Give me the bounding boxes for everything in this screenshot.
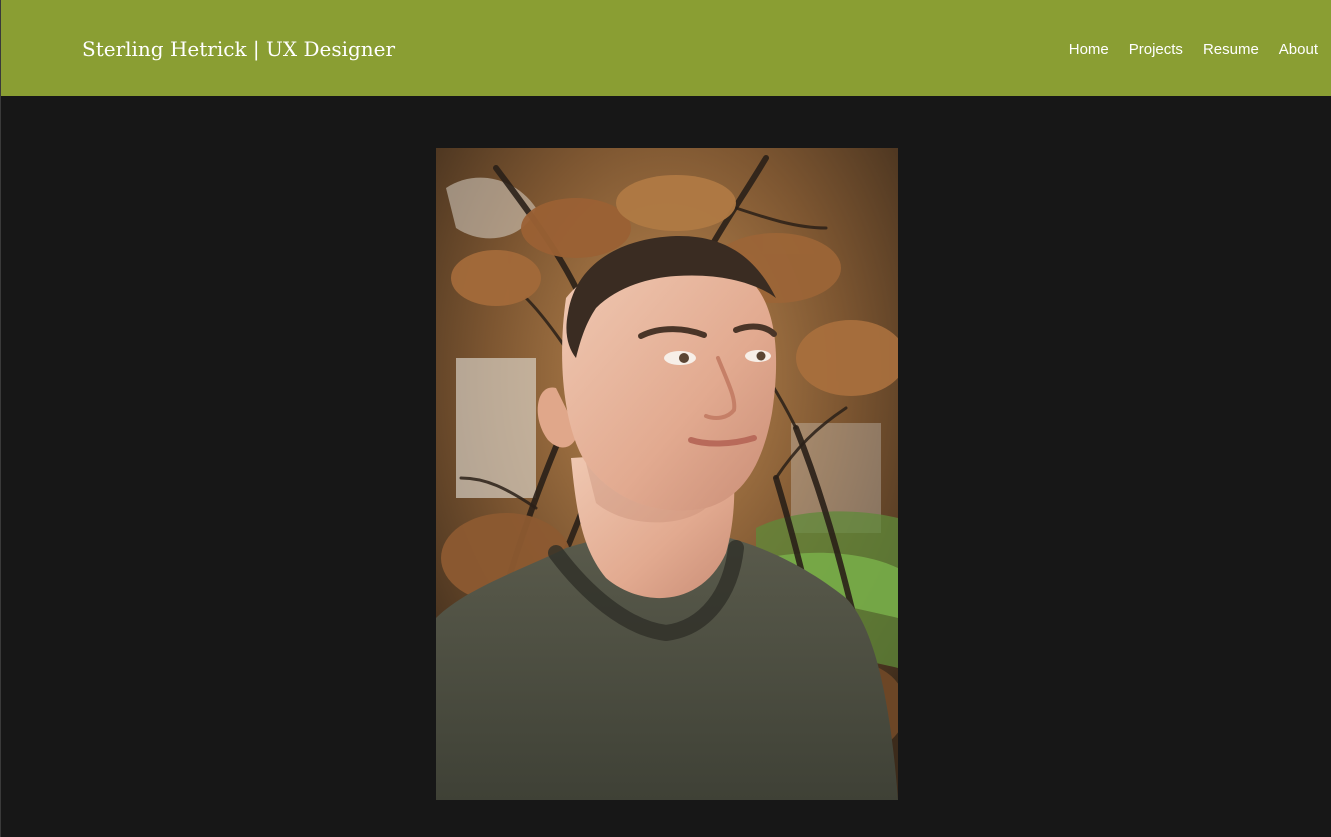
- nav-item-about[interactable]: About: [1279, 39, 1318, 61]
- main-nav: Home Projects Resume About: [1069, 39, 1318, 61]
- nav-item-projects[interactable]: Projects: [1129, 39, 1183, 61]
- site-title-link[interactable]: Sterling Hetrick | UX Designer: [82, 34, 395, 64]
- window-edge: [0, 0, 1, 837]
- portrait-image: [436, 148, 898, 800]
- nav-item-resume[interactable]: Resume: [1203, 39, 1259, 61]
- page: Sterling Hetrick | UX Designer Home Proj…: [0, 0, 1331, 837]
- nav-item-home[interactable]: Home: [1069, 39, 1109, 61]
- portrait-photo: [436, 148, 898, 800]
